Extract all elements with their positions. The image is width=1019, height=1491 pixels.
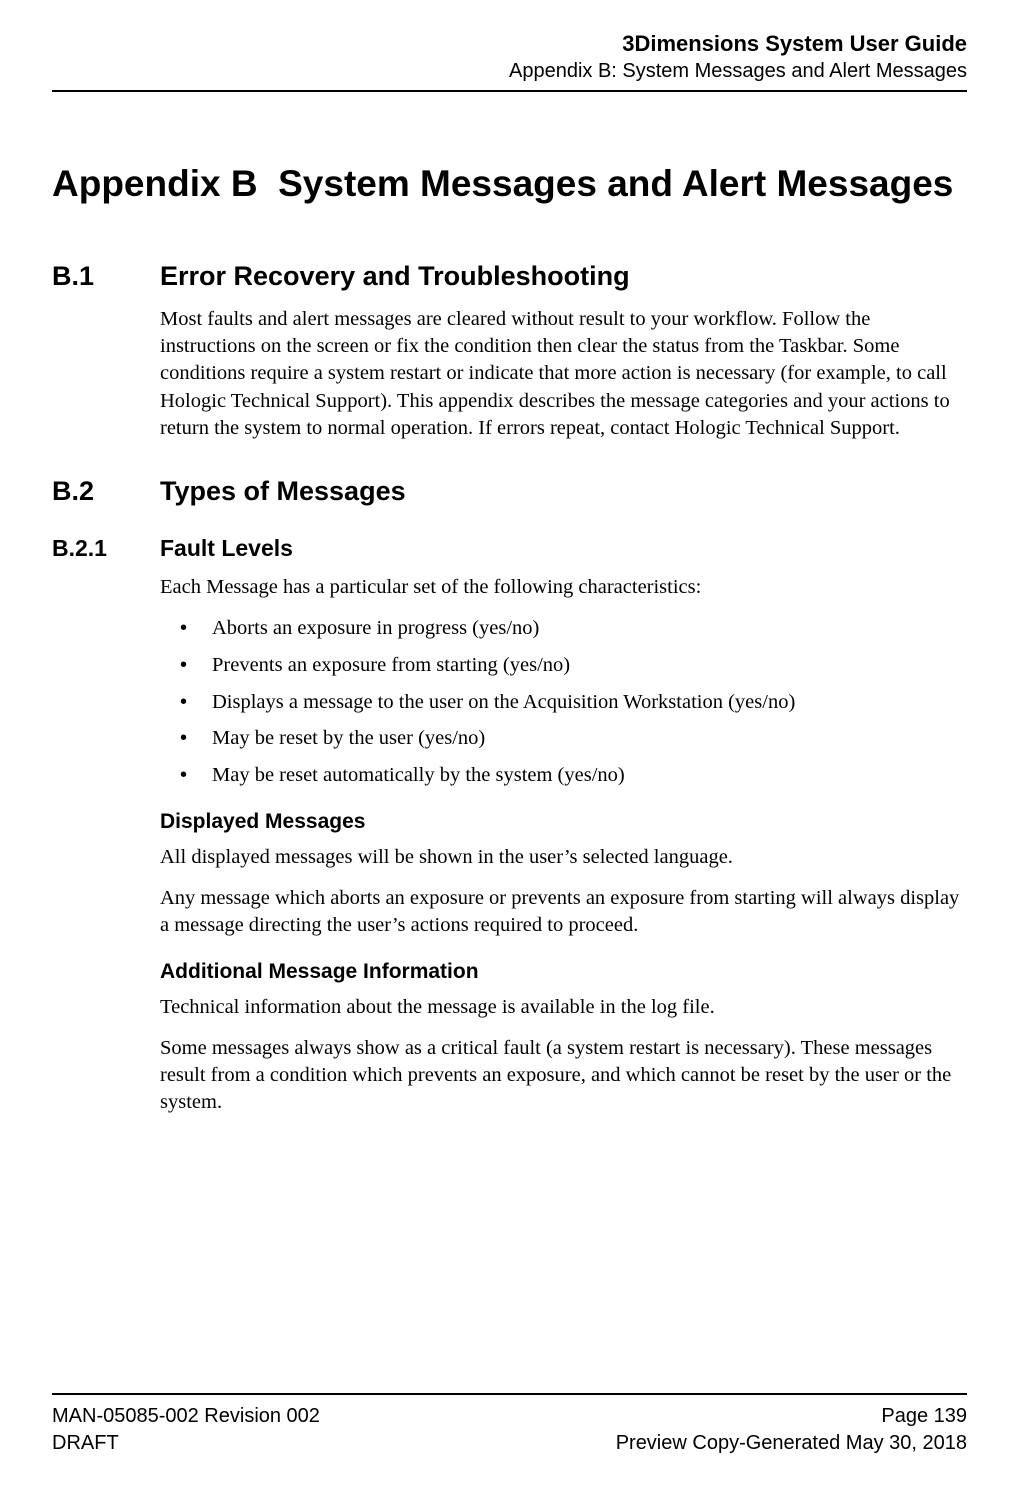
footer-draft-label: DRAFT (52, 1430, 119, 1457)
paragraph: Any message which aborts an exposure or … (160, 885, 967, 940)
section-heading-b1: B.1 Error Recovery and Troubleshooting (52, 261, 967, 292)
footer-page-number: Page 139 (881, 1403, 967, 1430)
section-title: Types of Messages (160, 476, 967, 507)
paragraph: Each Message has a particular set of the… (160, 574, 967, 601)
list-item: May be reset by the user (yes/no) (160, 725, 967, 753)
subsection-heading-b21: B.2.1 Fault Levels (52, 535, 967, 562)
footer-divider (52, 1393, 967, 1395)
paragraph: Some messages always show as a critical … (160, 1035, 967, 1117)
section-b1: B.1 Error Recovery and Troubleshooting M… (52, 261, 967, 442)
list-item: Prevents an exposure from starting (yes/… (160, 652, 967, 680)
doc-title: 3Dimensions System User Guide (52, 30, 967, 58)
doc-subtitle: Appendix B: System Messages and Alert Me… (52, 58, 967, 84)
page-footer: MAN-05085-002 Revision 002 Page 139 DRAF… (52, 1393, 967, 1457)
section-b2: B.2 Types of Messages B.2.1 Fault Levels… (52, 476, 967, 1116)
footer-row-2: DRAFT Preview Copy-Generated May 30, 201… (52, 1430, 967, 1457)
section-title: Error Recovery and Troubleshooting (160, 261, 967, 292)
bullet-list: Aborts an exposure in progress (yes/no) … (160, 615, 967, 789)
paragraph: All displayed messages will be shown in … (160, 844, 967, 871)
section-heading-b2: B.2 Types of Messages (52, 476, 967, 507)
inner-heading-additional: Additional Message Information (160, 960, 967, 984)
inner-heading-displayed: Displayed Messages (160, 810, 967, 834)
list-item: Displays a message to the user on the Ac… (160, 689, 967, 717)
appendix-label: Appendix B (52, 163, 258, 204)
subsection-number: B.2.1 (52, 535, 160, 562)
appendix-heading: Appendix B System Messages and Alert Mes… (52, 162, 967, 206)
running-header: 3Dimensions System User Guide Appendix B… (52, 30, 967, 84)
list-item: May be reset automatically by the system… (160, 762, 967, 790)
footer-generated-date: Preview Copy-Generated May 30, 2018 (616, 1430, 967, 1457)
page: 3Dimensions System User Guide Appendix B… (0, 0, 1019, 1491)
footer-doc-id: MAN-05085-002 Revision 002 (52, 1403, 320, 1430)
paragraph: Most faults and alert messages are clear… (160, 306, 967, 442)
section-number: B.2 (52, 476, 160, 507)
list-item: Aborts an exposure in progress (yes/no) (160, 615, 967, 643)
paragraph: Technical information about the message … (160, 994, 967, 1021)
section-number: B.1 (52, 261, 160, 292)
content-area: Appendix B System Messages and Alert Mes… (52, 92, 967, 1117)
subsection-title: Fault Levels (160, 535, 967, 562)
footer-row-1: MAN-05085-002 Revision 002 Page 139 (52, 1403, 967, 1430)
appendix-title-text: System Messages and Alert Messages (278, 163, 953, 204)
